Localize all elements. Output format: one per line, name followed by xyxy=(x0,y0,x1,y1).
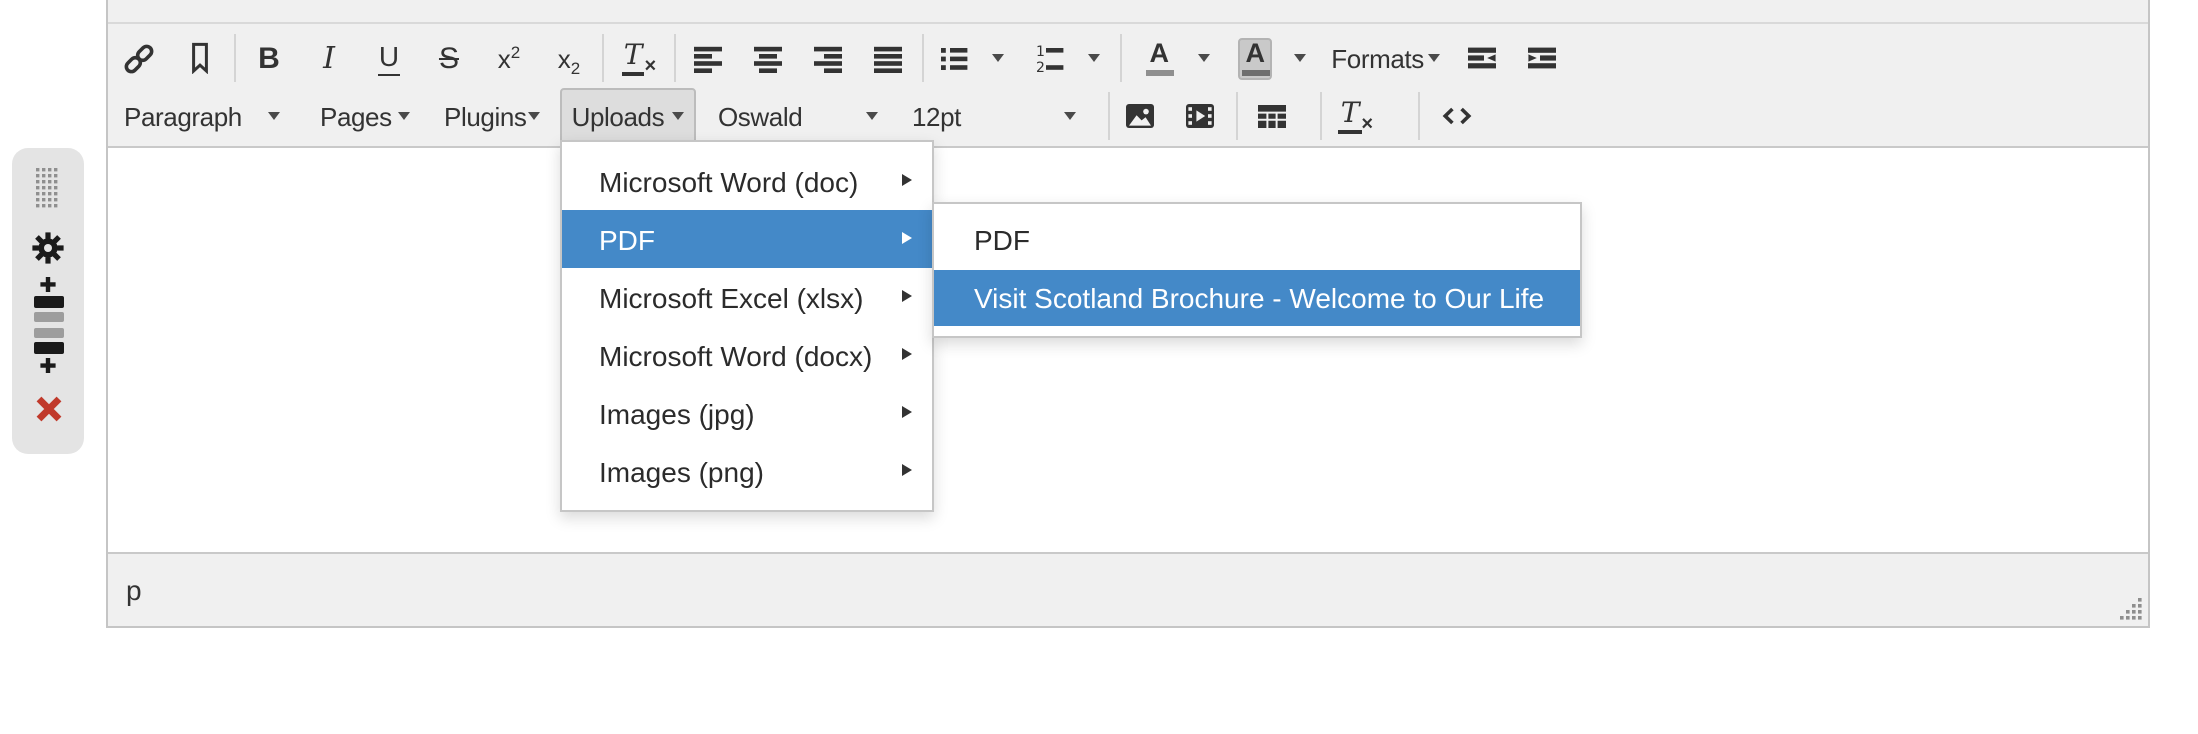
strikethrough-button[interactable]: S xyxy=(419,30,479,86)
clear-formatting-button[interactable]: T × xyxy=(609,30,669,86)
insert-media-button[interactable] xyxy=(1170,88,1230,144)
row-bar xyxy=(33,327,63,338)
divider xyxy=(1235,92,1238,140)
menu-item-word-docx[interactable]: Microsoft Word (docx) xyxy=(561,326,931,384)
text-color-button[interactable]: A xyxy=(1133,30,1185,86)
bullet-list-button[interactable] xyxy=(929,30,981,86)
divider xyxy=(1320,92,1323,140)
uploads-dropdown[interactable]: Uploads xyxy=(559,88,696,144)
menu-item-excel-xlsx[interactable]: Microsoft Excel (xlsx) xyxy=(561,268,931,326)
submenu-arrow-icon xyxy=(901,464,911,476)
table-button[interactable] xyxy=(1241,88,1301,144)
italic-button[interactable]: I xyxy=(299,30,359,86)
align-left-button[interactable] xyxy=(679,30,739,86)
insert-row-above-button[interactable] xyxy=(33,276,63,322)
row-bar xyxy=(33,311,63,322)
submenu-arrow-icon xyxy=(901,348,911,360)
statusbar: p xyxy=(108,552,2148,626)
menubar-strip xyxy=(108,0,2148,24)
pdf-submenu: PDF Visit Scotland Brochure - Welcome to… xyxy=(932,201,1582,337)
divider xyxy=(234,34,236,82)
submenu-arrow-icon xyxy=(901,406,911,418)
divider xyxy=(921,34,924,82)
row-bar xyxy=(33,296,63,308)
divider xyxy=(1418,92,1421,140)
svg-text:2: 2 xyxy=(1037,60,1046,74)
svg-text:1: 1 xyxy=(1037,44,1046,60)
underline-button[interactable]: U xyxy=(359,30,419,86)
align-center-button[interactable] xyxy=(739,30,799,86)
outdent-button[interactable] xyxy=(1453,30,1513,86)
resize-handle[interactable] xyxy=(2120,598,2142,620)
font-family-dropdown[interactable]: Oswald xyxy=(708,88,890,144)
superscript-button[interactable]: x2 xyxy=(479,30,539,86)
submenu-item-pdf[interactable]: PDF xyxy=(934,212,1580,269)
insert-image-button[interactable] xyxy=(1110,88,1170,144)
numbered-list-caret[interactable] xyxy=(1077,30,1113,86)
background-color-caret[interactable] xyxy=(1281,30,1317,86)
font-size-dropdown[interactable]: 12pt xyxy=(902,88,1088,144)
menu-item-word-doc[interactable]: Microsoft Word (doc) xyxy=(561,152,931,210)
paragraph-format-dropdown[interactable]: Paragraph xyxy=(114,88,292,144)
submenu-arrow-icon xyxy=(901,232,911,244)
divider xyxy=(602,34,605,82)
subscript-button[interactable]: x2 xyxy=(539,30,599,86)
toolbar: B I U S x2 x2 T × 1 2 A A Formats Paragr… xyxy=(108,24,2148,149)
pages-dropdown[interactable]: Pages xyxy=(310,88,420,144)
insert-row-below-button[interactable] xyxy=(33,327,63,373)
menu-item-images-png[interactable]: Images (png) xyxy=(561,442,931,500)
uploads-menu: Microsoft Word (doc) PDF Microsoft Excel… xyxy=(559,140,933,512)
formats-dropdown[interactable]: Formats xyxy=(1321,30,1449,86)
submenu-arrow-icon xyxy=(901,174,911,186)
align-right-button[interactable] xyxy=(799,30,859,86)
menu-item-pdf[interactable]: PDF xyxy=(561,210,931,268)
drag-handle-icon[interactable] xyxy=(36,168,60,208)
divider xyxy=(1119,34,1122,82)
delete-block-button[interactable] xyxy=(35,395,61,421)
toolbar-row-1: B I U S x2 x2 T × 1 2 A A Formats xyxy=(108,30,2148,86)
menu-item-images-jpg[interactable]: Images (jpg) xyxy=(561,384,931,442)
indent-button[interactable] xyxy=(1513,30,1573,86)
text-color-caret[interactable] xyxy=(1185,30,1221,86)
bold-button[interactable]: B xyxy=(239,30,299,86)
submenu-item-visit-scotland[interactable]: Visit Scotland Brochure - Welcome to Our… xyxy=(934,269,1580,326)
element-path[interactable]: p xyxy=(126,574,142,606)
submenu-arrow-icon xyxy=(901,290,911,302)
plugins-dropdown[interactable]: Plugins xyxy=(434,88,550,144)
align-justify-button[interactable] xyxy=(859,30,919,86)
numbered-list-button[interactable]: 12 xyxy=(1025,30,1077,86)
background-color-button[interactable]: A xyxy=(1229,30,1281,86)
block-tools-panel xyxy=(12,148,84,454)
row-bar xyxy=(33,341,63,353)
clear-formatting-button-2[interactable]: T × xyxy=(1326,88,1386,144)
anchor-bookmark-button[interactable] xyxy=(169,30,229,86)
link-button[interactable] xyxy=(109,30,169,86)
page: B I U S x2 x2 T × 1 2 A A Formats Paragr… xyxy=(0,0,2198,734)
divider xyxy=(674,34,677,82)
toolbar-row-2: Paragraph Pages Plugins Uploads Oswald 1… xyxy=(108,88,2148,144)
settings-gear-button[interactable] xyxy=(32,232,64,264)
bullet-list-caret[interactable] xyxy=(981,30,1017,86)
source-code-button[interactable] xyxy=(1428,88,1488,144)
